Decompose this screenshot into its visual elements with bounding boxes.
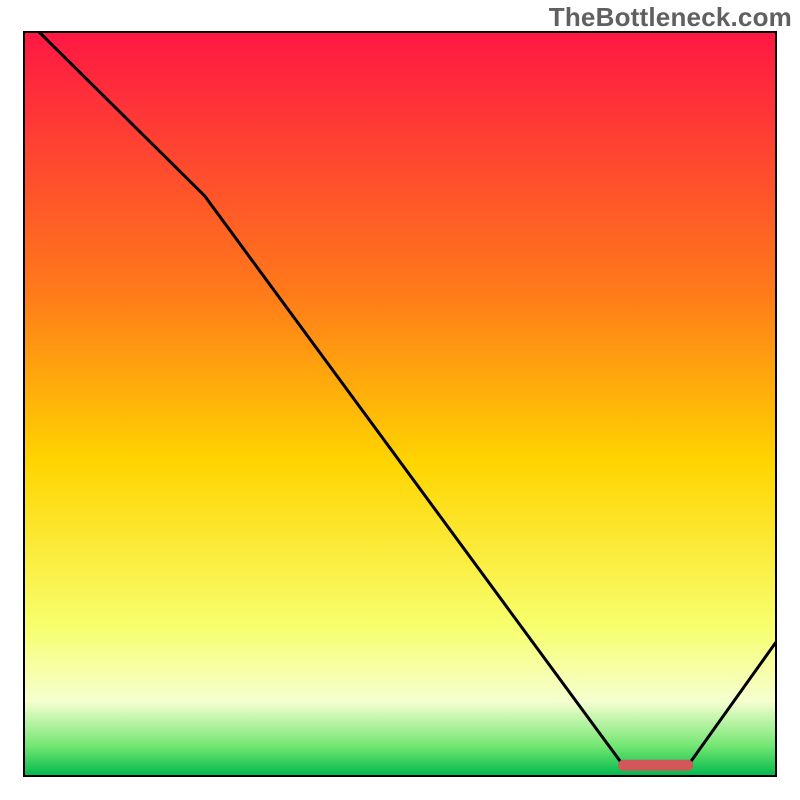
optimal-range-marker [618, 760, 693, 771]
watermark-text: TheBottleneck.com [549, 2, 792, 33]
chart-background [24, 32, 776, 776]
bottleneck-chart [0, 0, 800, 800]
chart-stage: TheBottleneck.com [0, 0, 800, 800]
